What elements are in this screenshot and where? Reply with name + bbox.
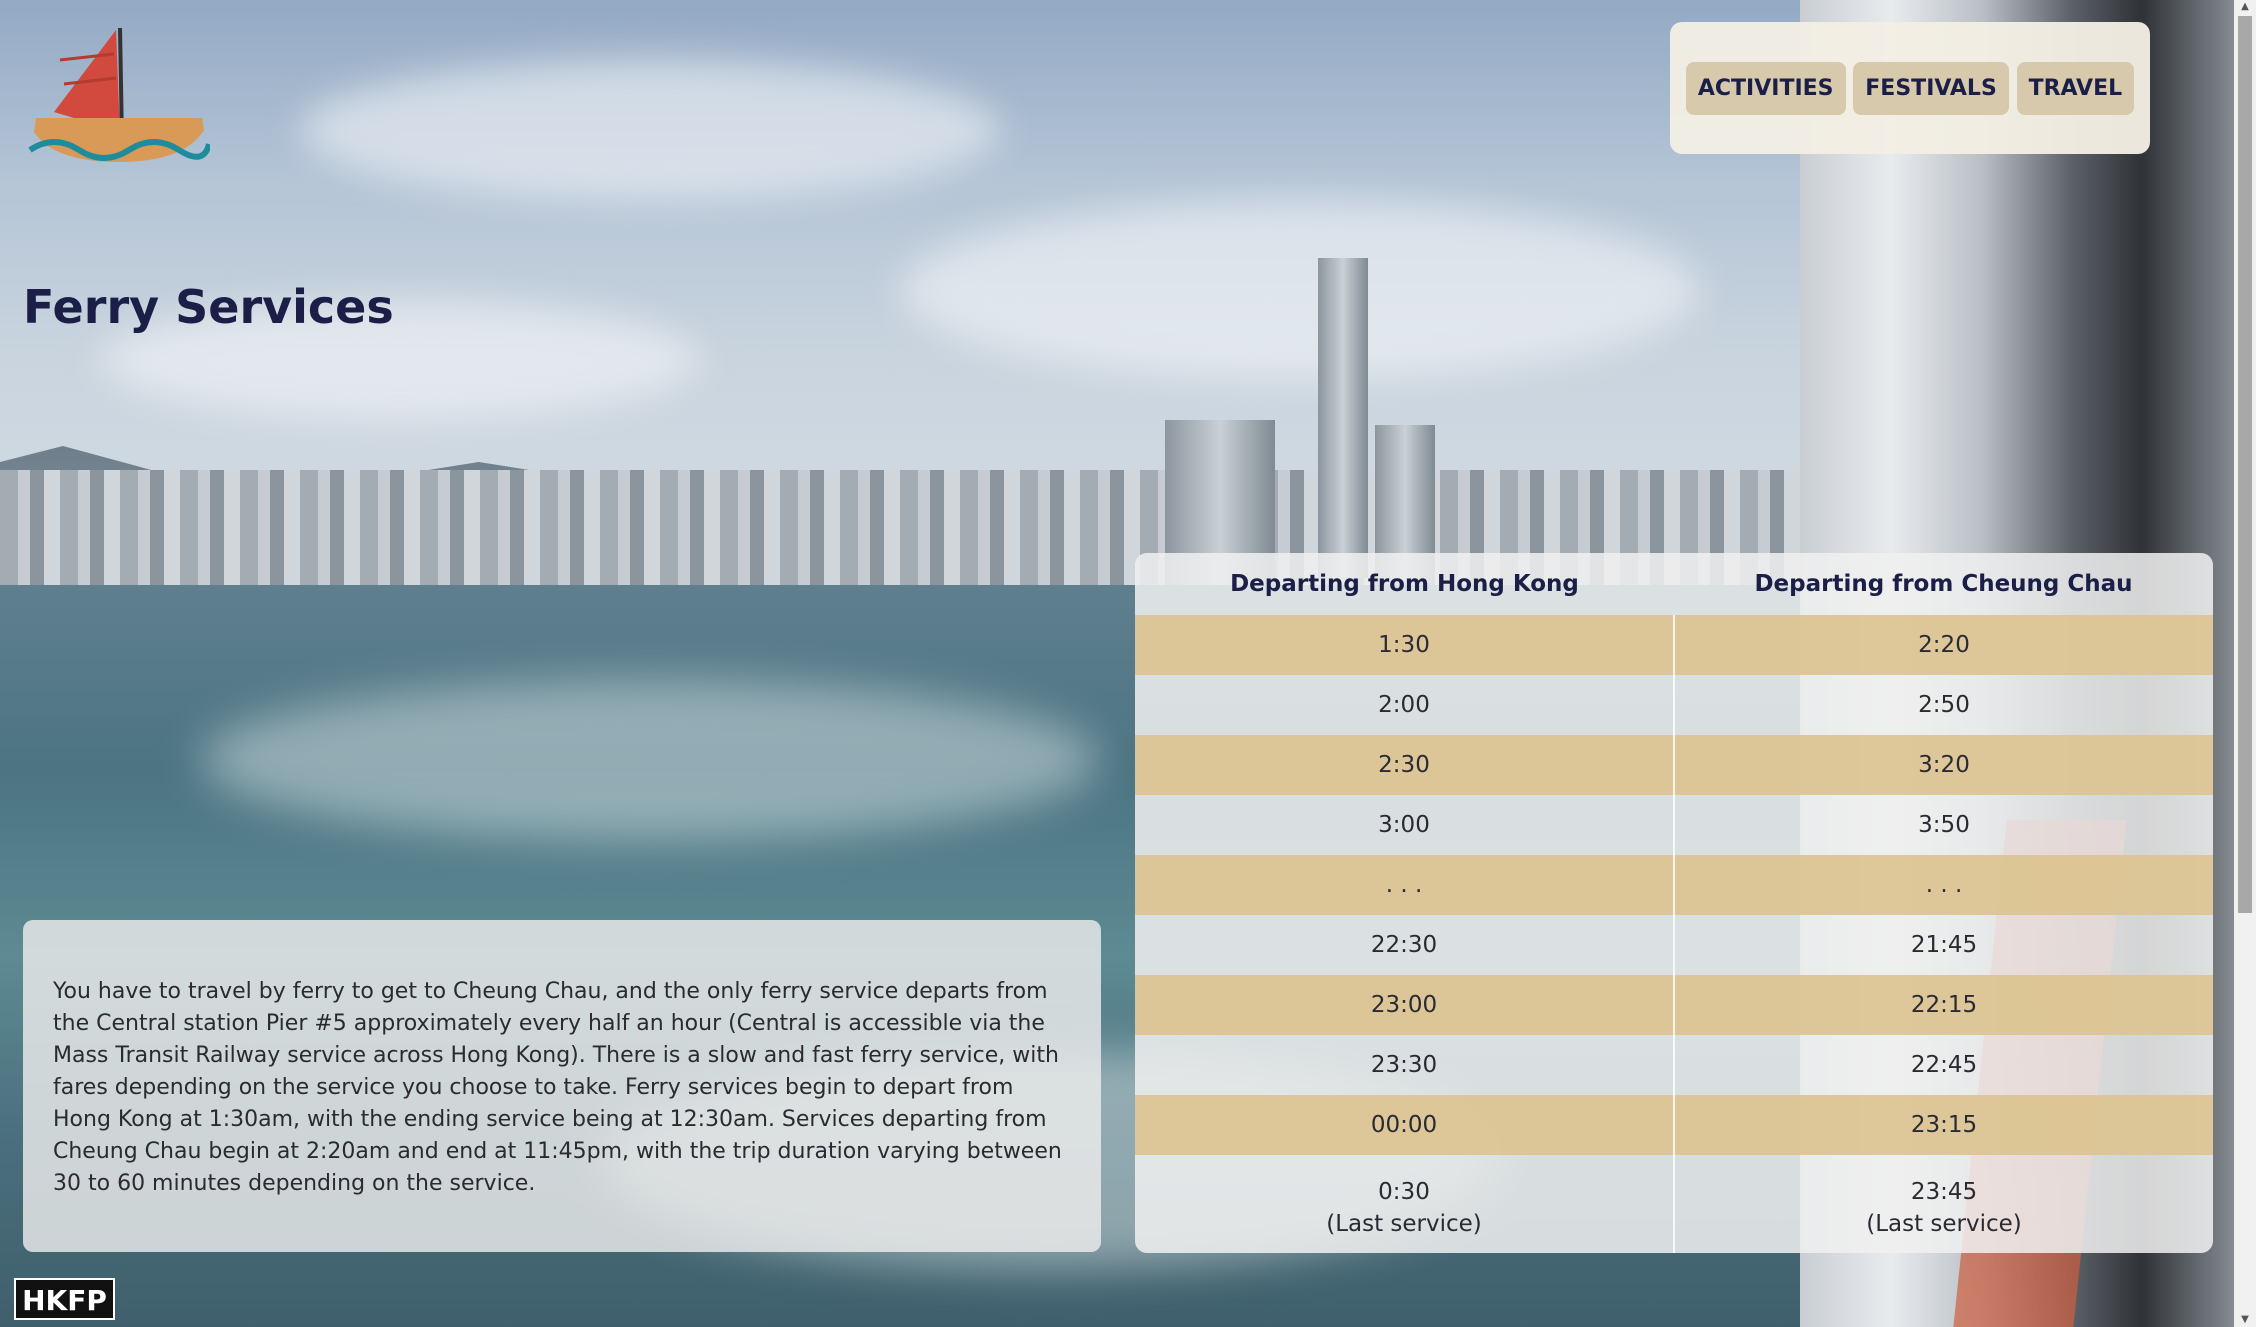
hk-departure-time: . . .	[1135, 855, 1674, 915]
cc-departure-time: 3:20	[1673, 735, 2213, 795]
last-service-note: (Last service)	[1326, 1211, 1482, 1237]
cc-departure-time: 22:15	[1673, 975, 2213, 1035]
sea-foam	[200, 680, 1100, 840]
hk-departure-time: 22:30	[1370, 932, 1438, 958]
hk-last-time: 0:30	[1378, 1179, 1430, 1205]
hk-last-departure: 0:30 (Last service)	[1135, 1155, 1674, 1253]
top-nav: ACTIVITIES FESTIVALS TRAVEL	[1670, 22, 2150, 154]
hk-departure-time: 00:00	[1135, 1095, 1674, 1155]
scroll-up-icon[interactable]: ▲	[2236, 0, 2254, 14]
scrollbar-thumb[interactable]	[2238, 16, 2252, 913]
header-cheung-chau: Departing from Cheung Chau	[1754, 571, 2133, 597]
last-service-note: (Last service)	[1866, 1211, 2022, 1237]
hk-departure-time: 23:00	[1135, 975, 1674, 1035]
nav-travel-button[interactable]: TRAVEL	[2016, 61, 2135, 115]
cc-departure-time: 21:45	[1673, 915, 2213, 975]
cc-departure-time: 3:50	[1673, 795, 2213, 855]
ferry-info-text: You have to travel by ferry to get to Ch…	[53, 979, 1062, 1196]
cloud	[900, 200, 1700, 380]
nav-festivals-button[interactable]: FESTIVALS	[1853, 61, 2009, 115]
nav-activities-button[interactable]: ACTIVITIES	[1685, 61, 1846, 115]
table-row: . . . . . .	[1135, 855, 2213, 915]
table-row: 23:00 22:15	[1135, 975, 2213, 1035]
skyscraper	[1318, 258, 1368, 578]
table-row: 1:30 2:20	[1135, 615, 2213, 675]
cc-departure-time: 23:15	[1673, 1095, 2213, 1155]
ferry-info-panel: You have to travel by ferry to get to Ch…	[23, 920, 1101, 1252]
table-row: 3:00 3:50	[1135, 795, 2213, 855]
table-row-last-service: 0:30 (Last service) 23:45 (Last service)	[1135, 1155, 2213, 1253]
table-row: 00:00 23:15	[1135, 1095, 2213, 1155]
ferry-schedule-table: Departing from Hong Kong Departing from …	[1135, 553, 2213, 1253]
table-row: 2:30 3:20	[1135, 735, 2213, 795]
page-title: Ferry Services	[23, 280, 394, 334]
table-row: 23:30 22:45	[1135, 1035, 2213, 1095]
cc-departure-time: . . .	[1673, 855, 2213, 915]
hk-departure-time: 2:30	[1135, 735, 1674, 795]
cc-last-departure: 23:45 (Last service)	[1673, 1155, 2213, 1253]
table-row: 2:00 2:50	[1135, 675, 2213, 735]
hk-departure-time: 2:00	[1378, 692, 1430, 718]
cc-departure-time: 2:20	[1673, 615, 2213, 675]
table-row: 22:30 21:45	[1135, 915, 2213, 975]
hkfp-watermark: HKFP	[14, 1278, 115, 1320]
hk-departure-time: 23:30	[1370, 1052, 1438, 1078]
cc-last-time: 23:45	[1910, 1179, 1978, 1205]
header-hong-kong: Departing from Hong Kong	[1230, 571, 1579, 597]
hk-departure-time: 3:00	[1378, 812, 1430, 838]
scroll-down-icon[interactable]: ▼	[2236, 1313, 2254, 1327]
hk-departure-time: 1:30	[1135, 615, 1674, 675]
cloud	[300, 60, 1000, 200]
cc-departure-time: 22:45	[1673, 1035, 2213, 1095]
table-header-row: Departing from Hong Kong Departing from …	[1135, 553, 2213, 615]
cc-departure-time: 2:50	[1673, 675, 2213, 735]
boat-logo-icon[interactable]	[24, 22, 212, 164]
ferry-schedule-panel: Departing from Hong Kong Departing from …	[1135, 553, 2213, 1253]
